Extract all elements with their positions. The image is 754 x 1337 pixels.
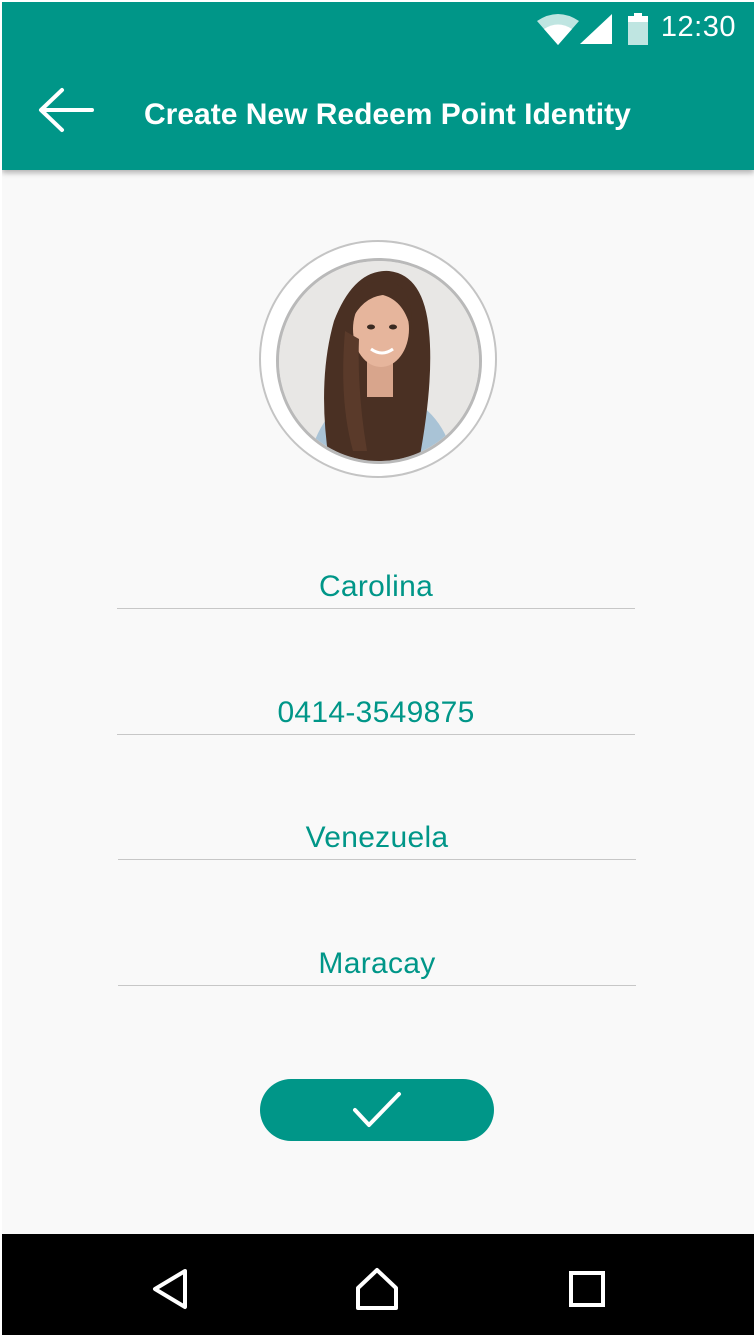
nav-home-button[interactable] <box>352 1264 402 1314</box>
battery-icon <box>628 13 648 45</box>
checkmark-icon <box>353 1092 401 1127</box>
phone-field[interactable]: 0414-3549875 <box>117 674 635 735</box>
cell-signal-icon <box>580 14 612 44</box>
back-button[interactable] <box>32 82 98 142</box>
phone-input[interactable]: 0414-3549875 <box>117 696 635 730</box>
arrow-left-icon <box>39 88 94 132</box>
wifi-icon <box>537 14 579 45</box>
profile-photo <box>279 261 479 461</box>
page-title: Create New Redeem Point Identity <box>144 98 631 131</box>
confirm-button[interactable] <box>260 1079 494 1141</box>
country-input[interactable]: Venezuela <box>118 821 636 855</box>
recents-icon <box>569 1271 605 1307</box>
name-input[interactable]: Carolina <box>117 570 635 604</box>
back-triangle-icon <box>153 1269 187 1309</box>
status-bar: 12:30 <box>2 2 754 54</box>
status-time: 12:30 <box>660 11 736 43</box>
name-field[interactable]: Carolina <box>117 548 635 609</box>
phone-screen: 12:30 Create New Redeem Point Identity C… <box>2 2 754 1335</box>
nav-back-button[interactable] <box>147 1264 197 1314</box>
city-field[interactable]: Maracay <box>118 925 636 986</box>
home-icon <box>356 1268 398 1310</box>
city-input[interactable]: Maracay <box>118 947 636 981</box>
navigation-bar <box>2 1234 754 1335</box>
app-bar: 12:30 Create New Redeem Point Identity <box>2 2 754 170</box>
country-field[interactable]: Venezuela <box>118 799 636 860</box>
nav-recents-button[interactable] <box>562 1264 612 1314</box>
avatar[interactable] <box>276 258 482 464</box>
